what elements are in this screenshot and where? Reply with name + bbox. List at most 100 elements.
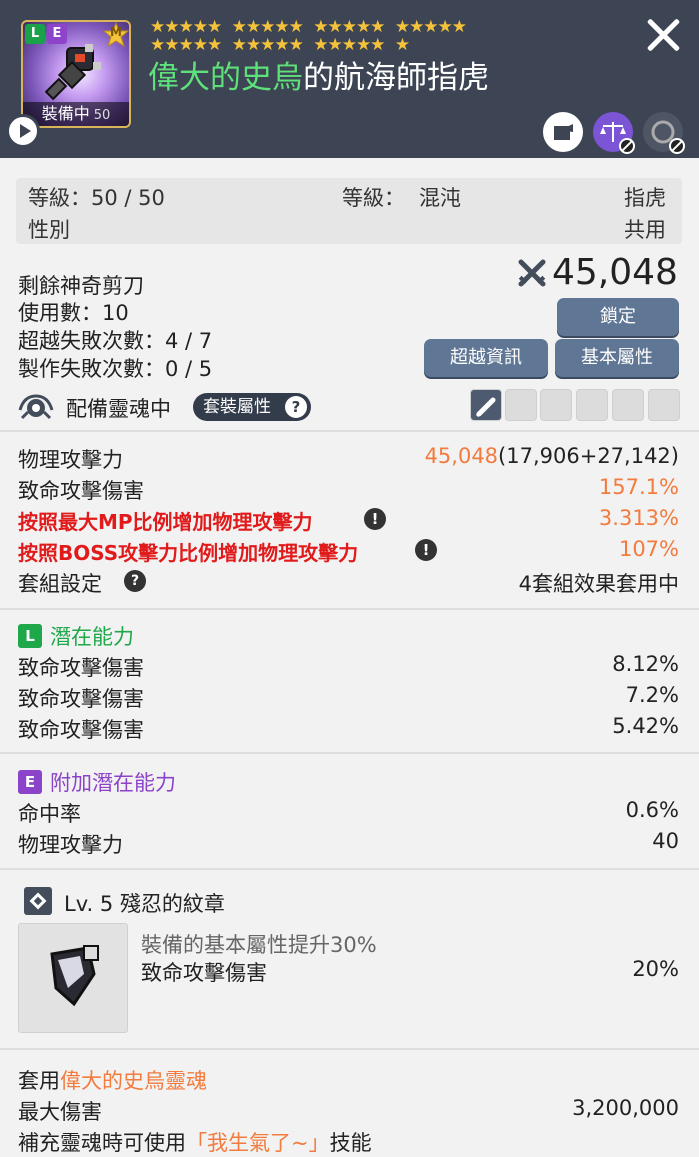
additional-title: 附加潛在能力 — [50, 771, 176, 795]
set-attributes-label: 套裝屬性 — [203, 397, 271, 417]
potential-value: 7.2% — [625, 683, 679, 707]
potential-value: 8.12% — [612, 652, 679, 676]
divider — [0, 1048, 699, 1050]
potential-label: 致命攻擊傷害 — [18, 656, 144, 680]
soul-icon — [18, 394, 54, 420]
potential-label: 致命攻擊傷害 — [18, 718, 144, 742]
potential-title: 潛在能力 — [50, 625, 134, 649]
master-badge-label: M — [110, 25, 122, 39]
item-icon: L E M 裝備中 50 — [21, 20, 131, 128]
stat-value-breakdown: (17,906+27,142) — [498, 444, 679, 468]
disabled-icon — [619, 138, 635, 154]
star-force-stars: ★★★★★ ★★★★★ ★★★★★ ★★★★★ ★★★★★ ★★★★★ ★★★★… — [150, 18, 530, 54]
slot-weapon[interactable] — [470, 389, 502, 421]
restore-button[interactable] — [643, 112, 685, 154]
slot-belt[interactable] — [576, 389, 608, 421]
divider — [0, 868, 699, 870]
stat-label: 套組設定 — [18, 572, 102, 596]
item-name-suffix: 的航海師指虎 — [303, 60, 489, 96]
grade-label: 等級： — [342, 186, 405, 210]
emblem-title: Lv. 5 殘忍的紋章 — [64, 892, 225, 916]
stat-value: 45,048(17,906+27,142) — [425, 444, 679, 468]
transcend-fail-count: 超越失敗次數：4 / 7 — [18, 329, 213, 353]
play-button[interactable] — [6, 114, 40, 148]
soul-skill-prefix: 補充靈魂時可使用 — [18, 1131, 186, 1155]
stat-value: 157.1% — [598, 475, 679, 499]
soul-name: 偉大的史烏靈魂 — [60, 1069, 207, 1093]
divider — [0, 752, 699, 754]
uses-count: 使用數：10 — [18, 301, 129, 325]
potential-value: 5.42% — [612, 714, 679, 738]
lock-button[interactable]: 鎖定 — [557, 298, 679, 336]
emblem-description: 裝備的基本屬性提升30% — [141, 933, 377, 957]
grade-value: 混沌 — [419, 186, 461, 210]
combat-power-value: 45,048 — [552, 252, 678, 293]
weapon-type: 指虎 — [624, 186, 666, 210]
epic-badge: E — [18, 770, 42, 794]
emblem-icon — [24, 887, 52, 915]
soul-skill-name: 「我生氣了~」 — [186, 1131, 330, 1155]
stat-label: 按照BOSS攻擊力比例增加物理攻擊力 — [18, 541, 359, 565]
item-name-prefix: 偉大的史烏 — [148, 60, 303, 96]
knuckle-weapon-icon — [50, 945, 99, 1007]
soul-apply-text: 套用偉大的史烏靈魂 — [18, 1065, 207, 1095]
stat-value: 4套組效果套用中 — [518, 572, 679, 596]
soul-label: 配備靈魂中 — [66, 397, 171, 421]
equipped-tag: 裝備中 50 — [23, 102, 129, 126]
slot-hat[interactable] — [505, 389, 537, 421]
basic-info-box: 等級：50 / 50 等級： 混沌 指虎 性別 共用 — [16, 178, 682, 244]
additional-value: 0.6% — [625, 798, 679, 822]
sword-icon — [475, 397, 496, 418]
stat-value: 107% — [618, 537, 679, 561]
close-button[interactable] — [640, 12, 686, 58]
help-icon[interactable]: ? — [124, 570, 146, 592]
equipped-level: 50 — [93, 108, 111, 123]
star-group: ★★★★★ — [394, 17, 467, 37]
item-header: L E M 裝備中 50 ★★★★★ ★★★★★ ★★★★★ ★★★★★ ★★★★… — [0, 0, 699, 158]
legendary-badge: L — [25, 24, 45, 44]
slot-shield[interactable] — [648, 389, 680, 421]
craft-fail-count: 製作失敗次數：0 / 5 — [18, 357, 213, 381]
potential-label: 致命攻擊傷害 — [18, 687, 144, 711]
soul-skill-text: 補充靈魂時可使用「我生氣了~」技能 — [18, 1127, 372, 1157]
help-icon: ? — [285, 396, 307, 418]
max-damage-value: 3,200,000 — [572, 1096, 679, 1120]
share-button[interactable] — [543, 112, 583, 152]
slot-glove[interactable] — [540, 389, 572, 421]
equipped-label: 裝備中 — [41, 104, 90, 123]
warning-icon[interactable]: ! — [415, 539, 437, 561]
stat-value: 3.313% — [598, 506, 679, 530]
compare-button[interactable] — [593, 112, 635, 154]
legendary-badge: L — [18, 624, 42, 648]
star-group: ★★★★★ — [150, 17, 222, 37]
knuckle-weapon-icon — [45, 44, 101, 101]
scissors-label: 剩餘神奇剪刀 — [18, 274, 144, 298]
star-group: ★★★★★ — [231, 17, 304, 37]
soul-apply-prefix: 套用 — [18, 1069, 60, 1093]
stat-value-total: 45,048 — [424, 444, 499, 468]
additional-label: 物理攻擊力 — [18, 833, 123, 857]
base-stats-button[interactable]: 基本屬性 — [555, 339, 679, 377]
set-attributes-pill[interactable]: 套裝屬性 ? — [193, 393, 311, 421]
emblem-stat-value: 20% — [632, 957, 679, 981]
item-name: 偉大的史烏的航海師指虎 — [148, 52, 489, 97]
crossed-swords-icon — [518, 259, 546, 287]
stat-label: 物理攻擊力 — [18, 448, 123, 472]
stat-label: 按照最大MP比例增加物理攻擊力 — [18, 510, 313, 534]
epic-badge: E — [47, 24, 67, 44]
transcend-info-button[interactable]: 超越資訊 — [424, 339, 548, 377]
gender-value: 共用 — [624, 218, 666, 242]
emblem-image — [18, 923, 128, 1033]
master-star-badge: M — [103, 22, 129, 48]
star-group: ★★★★★ — [313, 17, 385, 37]
slot-shoes[interactable] — [612, 389, 644, 421]
soul-skill-suffix: 技能 — [329, 1131, 372, 1155]
additional-value: 40 — [652, 829, 679, 853]
disabled-icon — [669, 138, 685, 154]
additional-label: 命中率 — [18, 802, 81, 826]
divider — [0, 430, 699, 432]
gender-label: 性別 — [28, 218, 70, 242]
stars-row-1: ★★★★★ ★★★★★ ★★★★★ ★★★★★ — [150, 18, 530, 36]
warning-icon[interactable]: ! — [364, 508, 386, 530]
divider — [0, 608, 699, 610]
